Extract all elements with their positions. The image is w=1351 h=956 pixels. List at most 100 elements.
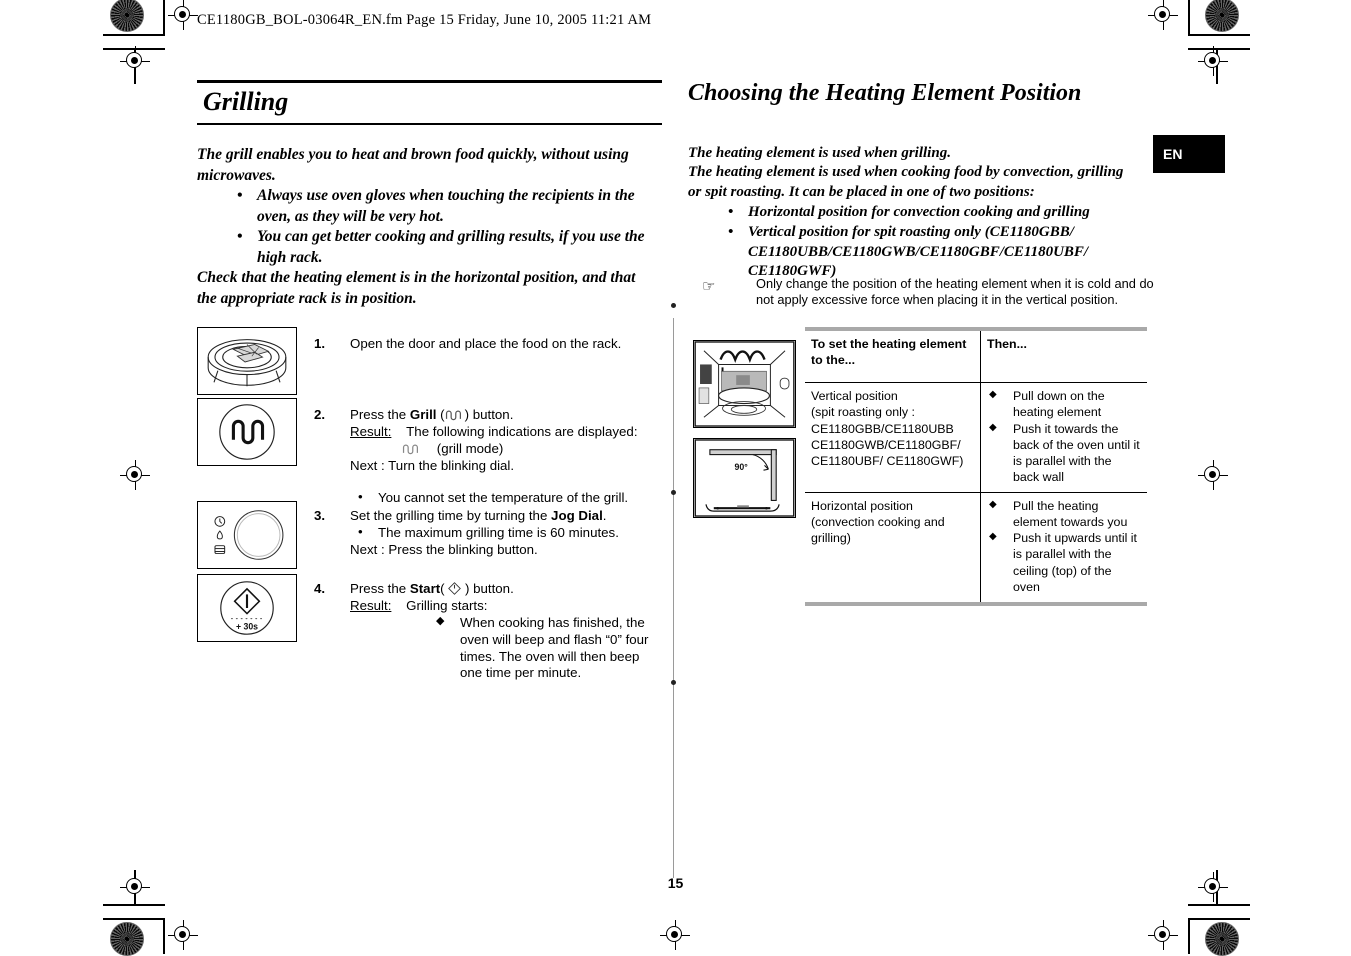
row-1-line-3: CE1180GBB/CE1180UBB: [811, 421, 954, 436]
language-tab-label: EN: [1163, 146, 1183, 162]
right-intro: The heating element is used when grillin…: [688, 144, 1158, 283]
jog-dial-illustration: [214, 510, 284, 560]
crop-mark-tr-v: [1188, 0, 1190, 36]
heating-element-angle-illustration: 90°: [694, 439, 795, 517]
step-2-number: 2.: [314, 407, 326, 423]
step-4-diamond-item: ◆ When cooking has finished, the oven wi…: [350, 615, 664, 683]
left-intro-closing-line2: the appropriate rack is in position.: [197, 289, 417, 307]
diamond-bullet-icon: ◆: [436, 614, 445, 627]
list-item: • Always use oven gloves when touching th…: [197, 186, 662, 227]
step-4: 4. Press the Start( ) button. Result: Gr…: [314, 581, 664, 682]
left-title-rule-bottom: [197, 122, 662, 126]
step-2-bullet: • You cannot set the temperature of the …: [350, 489, 664, 507]
table-header-1-text: To set the heating element to the...: [811, 337, 967, 368]
registration-mark-right-upper: [1198, 46, 1228, 76]
table-rule-bottom: [805, 601, 1147, 606]
left-intro: The grill enables you to heat and brown …: [197, 145, 662, 309]
step-4-image: + 30s: [197, 574, 297, 643]
step-4-bold: Start: [409, 581, 441, 597]
crop-mark-br-h2: [1188, 904, 1250, 906]
halftone-target-top-left: [110, 0, 144, 32]
table-row: Vertical position (spit roasting only : …: [805, 382, 1147, 493]
step-2-result-label: Result:: [350, 423, 392, 439]
row-2-action-1-text: Pull the heating element towards you: [1013, 499, 1128, 530]
step-3: 3. Set the grilling time by turning the …: [314, 508, 664, 559]
step-3-number: 3.: [314, 508, 326, 524]
right-column: Choosing the Heating Element Position Th…: [688, 80, 1158, 606]
grill-mode-icon: [402, 444, 418, 454]
step-2-result-text: The following indications are displayed:: [406, 423, 638, 439]
row-1-action-1-text: Pull down on the heating element: [1013, 389, 1105, 420]
step-4-result-line: Result: Grilling starts:: [350, 598, 664, 615]
crop-mark-tl-v: [163, 0, 165, 36]
step-2-image: [197, 398, 297, 467]
file-header-line: CE1180GB_BOL-03064R_EN.fm Page 15 Friday…: [197, 12, 652, 28]
table-cell-actions: ◆ Pull the heating element towards you ◆ P…: [980, 491, 1147, 602]
step-4-line1: Press the Start( ) button.: [350, 581, 664, 598]
step-2-result-line: Result: The following indications are di…: [350, 424, 664, 441]
registration-mark-bottom-center: [660, 920, 690, 950]
oven-rack-illustration: [207, 339, 287, 387]
left-intro-bullet-1: Always use oven gloves when touching the…: [257, 187, 635, 225]
table-header-row: To set the heating element to the... The…: [805, 331, 1147, 383]
step-1-text: Open the door and place the food on the …: [350, 336, 622, 352]
step-2-pre: Press the: [350, 407, 410, 423]
divider-dot-1: [671, 303, 676, 308]
list-item: • Horizontal position for convection cook…: [688, 203, 1158, 223]
step-3-bullet-text: The maximum grilling time is 60 minutes.: [378, 524, 619, 540]
start-icon: [448, 582, 462, 595]
step-2-post: () button.: [436, 407, 514, 423]
divider-dot-2: [671, 490, 676, 495]
manual-page: CE1180GB_BOL-03064R_EN.fm Page 15 Friday…: [0, 0, 1351, 956]
step-4-body: Press the Start( ) button. Result: Grill…: [350, 581, 664, 682]
grill-button-illustration: [219, 404, 275, 460]
note-text: Only change the position of the heating …: [756, 276, 1154, 308]
row-1-line-1: Vertical position: [811, 389, 898, 404]
bullet-icon: •: [237, 228, 243, 246]
heating-element-note: ☞ Only change the position of the heatin…: [702, 276, 1158, 309]
crop-mark-tr-h: [1188, 34, 1250, 36]
step-3-next: Next : Press the blinking button.: [350, 541, 538, 557]
registration-mark-bottom-left-inner: [168, 920, 198, 950]
grill-mode-icon: [445, 410, 461, 421]
row-1-action-2: ◆ Push it towards the back of the oven un…: [987, 421, 1141, 486]
registration-mark-bottom-right-inner: [1148, 920, 1178, 950]
diamond-bullet-icon: ◆: [989, 421, 997, 433]
crop-mark-tl-h: [103, 34, 165, 36]
registration-mark-top-left-inner: [168, 0, 198, 30]
heating-element-table-wrapper: To set the heating element to the... The…: [805, 327, 1147, 606]
step-2-mode-label: (grill mode): [436, 440, 504, 456]
right-intro-line1: The heating element is used when grillin…: [688, 144, 951, 161]
bullet-icon: •: [237, 187, 243, 205]
step-2-mode-line: (grill mode): [402, 441, 664, 458]
step-4-post: ( ) button.: [440, 581, 514, 597]
table-cell-setting: Horizontal position (convection cooking …: [805, 491, 981, 602]
language-tab: EN: [1153, 135, 1225, 173]
row-2-action-2-text: Push it upwards until it is parallel wit…: [1013, 531, 1137, 594]
right-image-1: [693, 340, 796, 428]
right-intro-bullet-1: Horizontal position for convection cooki…: [748, 203, 1090, 220]
step-2-body: Press the Grill () button. Result: The f…: [350, 407, 664, 506]
registration-mark-right-middle: [1198, 460, 1228, 490]
right-intro-bullet-2: Vertical position for spit roasting only…: [748, 223, 1089, 280]
row-2-line-3: grilling): [811, 531, 851, 546]
registration-mark-top-right-inner: [1148, 0, 1178, 30]
table-header-2-text: Then...: [987, 337, 1027, 351]
column-divider: [673, 318, 674, 878]
right-image-2: 90°: [693, 438, 796, 518]
divider-dot-3: [671, 680, 676, 685]
step-4-diamond-text: When cooking has finished, the oven will…: [460, 614, 649, 681]
step-3-bullet: • The maximum grilling time is 60 minute…: [350, 524, 664, 542]
step-4-result-text: Grilling starts:: [406, 597, 488, 613]
left-section-title: Grilling: [203, 87, 289, 116]
right-intro-bullet-list: • Horizontal position for convection cook…: [688, 203, 1158, 282]
crop-mark-bl-v: [163, 918, 165, 954]
step-3-pre: Set the grilling time by turning the: [350, 508, 552, 524]
left-intro-bullet-list: • Always use oven gloves when touching th…: [197, 186, 662, 268]
diamond-bullet-icon: ◆: [989, 389, 997, 401]
table-cell-actions: ◆ Pull down on the heating element ◆ Push …: [980, 382, 1147, 493]
left-steps-region: + 30s 1. Open the door and place the foo…: [197, 327, 664, 680]
crop-mark-br-h: [1188, 918, 1250, 920]
step-2-line1: Press the Grill () button.: [350, 407, 664, 424]
bullet-icon: •: [728, 203, 734, 220]
